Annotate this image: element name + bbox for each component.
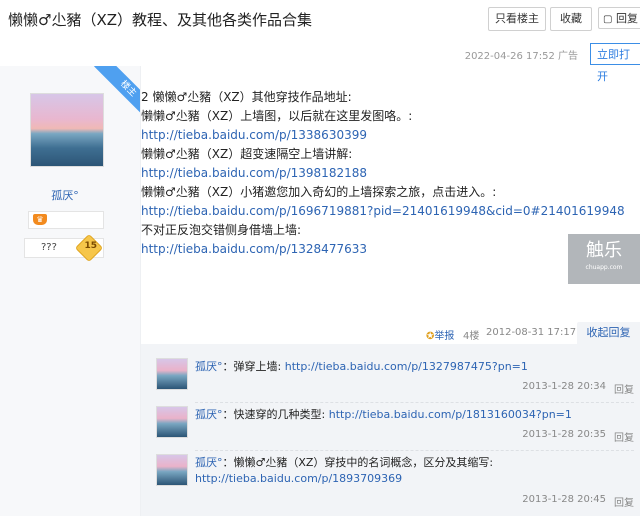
reply-author[interactable]: 孤厌° (195, 456, 223, 469)
op-ribbon: 楼主 (84, 66, 140, 122)
post-line: 2 懒懒♂尐豬（XZ）其他穿技作品地址: (141, 90, 352, 104)
ad-timestamp: 2022-04-26 17:52 广告 (464, 51, 578, 62)
reply-list: 孤厌°：弹穿上墙: http://tieba.baidu.com/p/13279… (141, 344, 640, 516)
reply-time: 2013-1-28 20:34 (522, 381, 606, 392)
only-op-button[interactable]: 只看楼主 (488, 7, 546, 31)
op-ribbon-label: 楼主 (94, 66, 140, 122)
author-panel: 孤厌° ♛ ??? 15 (0, 66, 141, 516)
thread-header: 懒懒♂尐豬（XZ）教程、及其他各类作品合集 只看楼主 收藏 ▢ 回复 (0, 0, 640, 39)
report-label: 举报 (434, 331, 455, 342)
reply-link[interactable]: http://tieba.baidu.com/p/1813160034?pn=1 (329, 408, 572, 421)
post-link[interactable]: http://tieba.baidu.com/p/1328477633 (141, 242, 601, 261)
reply-link[interactable]: http://tieba.baidu.com/p/1893709369 (195, 472, 402, 485)
avatar[interactable] (156, 358, 188, 390)
collapse-replies-button[interactable]: 收起回复 (577, 322, 640, 344)
report-link[interactable]: ✪举报 (426, 327, 454, 342)
avatar[interactable] (156, 406, 188, 438)
reply-divider (195, 402, 634, 403)
reply-to-button[interactable]: 回复 (614, 429, 634, 444)
post-content: 2 懒懒♂尐豬（XZ）其他穿技作品地址: 懒懒♂尐豬（XZ）上墙图，以后就在这里… (141, 90, 625, 261)
post-link[interactable]: http://tieba.baidu.com/p/1696719881?pid=… (141, 204, 625, 223)
site-watermark: 触乐 chuapp.com (568, 234, 640, 284)
post-link[interactable]: http://tieba.baidu.com/p/1338630399 (141, 128, 601, 147)
post-link[interactable]: http://tieba.baidu.com/p/1398182188 (141, 166, 601, 185)
post-line: 懒懒♂尐豬（XZ）上墙图，以后就在这里发图咯。: (141, 109, 413, 123)
level-number: 15 (84, 241, 97, 251)
reply-text: 孤厌°：快速穿的几种类型: http://tieba.baidu.com/p/1… (195, 408, 572, 421)
level-badge[interactable]: ??? 15 (24, 233, 104, 263)
crown-icon: ♛ (33, 214, 47, 225)
post-line: 懒懒♂尐豬（XZ）超变速隔空上墙讲解: (141, 147, 353, 161)
watermark-cn: 触乐 (586, 240, 622, 261)
post-line: 不对正反泡交错侧身借墙上墙: (141, 223, 302, 237)
reply-author[interactable]: 孤厌° (195, 360, 223, 373)
watermark-en: chuapp.com (585, 264, 623, 271)
reply-text: 孤厌°：懒懒♂尐豬（XZ）穿技中的名词概念，区分及其缩写: http://tie… (195, 456, 494, 485)
thread-title: 懒懒♂尐豬（XZ）教程、及其他各类作品合集 (8, 11, 313, 29)
meta-bar: 2022-04-26 17:52 广告 立即打开 (0, 38, 640, 83)
post-time: 2012-08-31 17:17 (486, 327, 577, 338)
list-item: 孤厌°：弹穿上墙: http://tieba.baidu.com/p/13279… (141, 358, 640, 406)
reply-body: 快速穿的几种类型: (233, 408, 326, 421)
open-now-button[interactable]: 立即打开 (590, 43, 640, 83)
comment-icon: ▢ (603, 14, 613, 25)
reply-text: 孤厌°：弹穿上墙: http://tieba.baidu.com/p/13279… (195, 360, 528, 373)
reply-body: 弹穿上墙: (233, 360, 282, 373)
list-item: 孤厌°：快速穿的几种类型: http://tieba.baidu.com/p/1… (141, 406, 640, 454)
member-badge[interactable]: ♛ (28, 211, 104, 229)
reply-button-label: 回复 (615, 12, 638, 25)
badge-title: ??? (41, 242, 57, 253)
post-line: 懒懒♂尐豬（XZ）小猪邀您加入奇幻的上墙探索之旅，点击进入。: (141, 185, 497, 199)
reply-time: 2013-1-28 20:35 (522, 429, 606, 440)
post-footer: ✪举报 4楼 2012-08-31 17:17 收起回复 (141, 322, 640, 344)
reply-link[interactable]: http://tieba.baidu.com/p/1327987475?pn=1 (285, 360, 528, 373)
reply-button[interactable]: ▢ 回复 (598, 7, 640, 29)
avatar[interactable] (156, 454, 188, 486)
favorite-button[interactable]: 收藏 (550, 7, 592, 31)
reply-to-button[interactable]: 回复 (614, 494, 634, 509)
reply-divider (195, 450, 634, 451)
author-name[interactable]: 孤厌° (0, 187, 130, 203)
reply-to-button[interactable]: 回复 (614, 381, 634, 396)
reply-author[interactable]: 孤厌° (195, 408, 223, 421)
reply-time: 2013-1-28 20:45 (522, 494, 606, 505)
list-item: 孤厌°：懒懒♂尐豬（XZ）穿技中的名词概念，区分及其缩写: http://tie… (141, 454, 640, 514)
reply-body: 懒懒♂尐豬（XZ）穿技中的名词概念，区分及其缩写: (233, 456, 494, 469)
floor-number: 4楼 (463, 331, 480, 342)
